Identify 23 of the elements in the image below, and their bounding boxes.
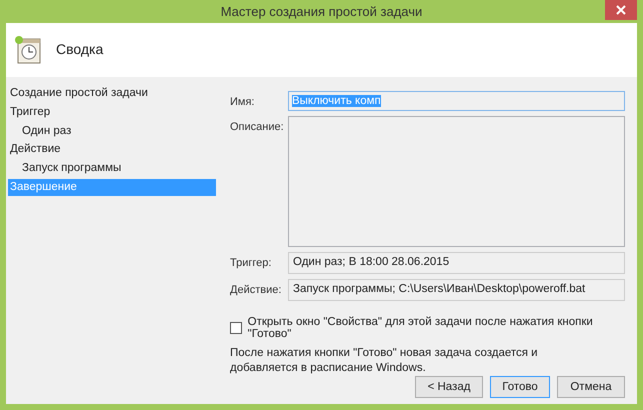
- step-item[interactable]: Запуск программы: [6, 160, 216, 178]
- checkbox[interactable]: [230, 322, 242, 334]
- clock-calendar-icon: [14, 35, 42, 66]
- window-title: Мастер создания простой задачи: [220, 4, 422, 20]
- field-label: Имя:: [230, 95, 256, 108]
- step-item[interactable]: Триггер: [6, 104, 216, 122]
- description-field[interactable]: [288, 116, 625, 247]
- step-item[interactable]: Создание простой задачи: [6, 85, 216, 102]
- dialog-button[interactable]: Отмена: [557, 376, 625, 398]
- dialog-button[interactable]: < Назад: [415, 376, 483, 398]
- dialog-button[interactable]: Готово: [490, 376, 550, 398]
- field-label: Триггер:: [230, 256, 272, 269]
- summary-field: Запуск программы; C:\Users\Иван\Desktop\poweroff.bat: [288, 279, 625, 301]
- field-label: Описание:: [230, 120, 285, 133]
- field-label: Действие:: [230, 283, 282, 296]
- step-item[interactable]: Действие: [6, 141, 216, 159]
- close-button[interactable]: [605, 0, 637, 20]
- info-text: После нажатия кнопки "Готово" новая задача создается и добавляется в расписание Windows.: [230, 346, 539, 376]
- summary-field: Один раз; В 18:00 28.06.2015: [288, 252, 625, 274]
- checkbox-label[interactable]: Открыть окно "Свойства" для этой задачи после нажатия кнопки "Готово": [248, 316, 625, 340]
- page-title: Сводка: [56, 41, 104, 58]
- close-icon: [616, 5, 626, 15]
- step-item[interactable]: Один раз: [6, 122, 216, 140]
